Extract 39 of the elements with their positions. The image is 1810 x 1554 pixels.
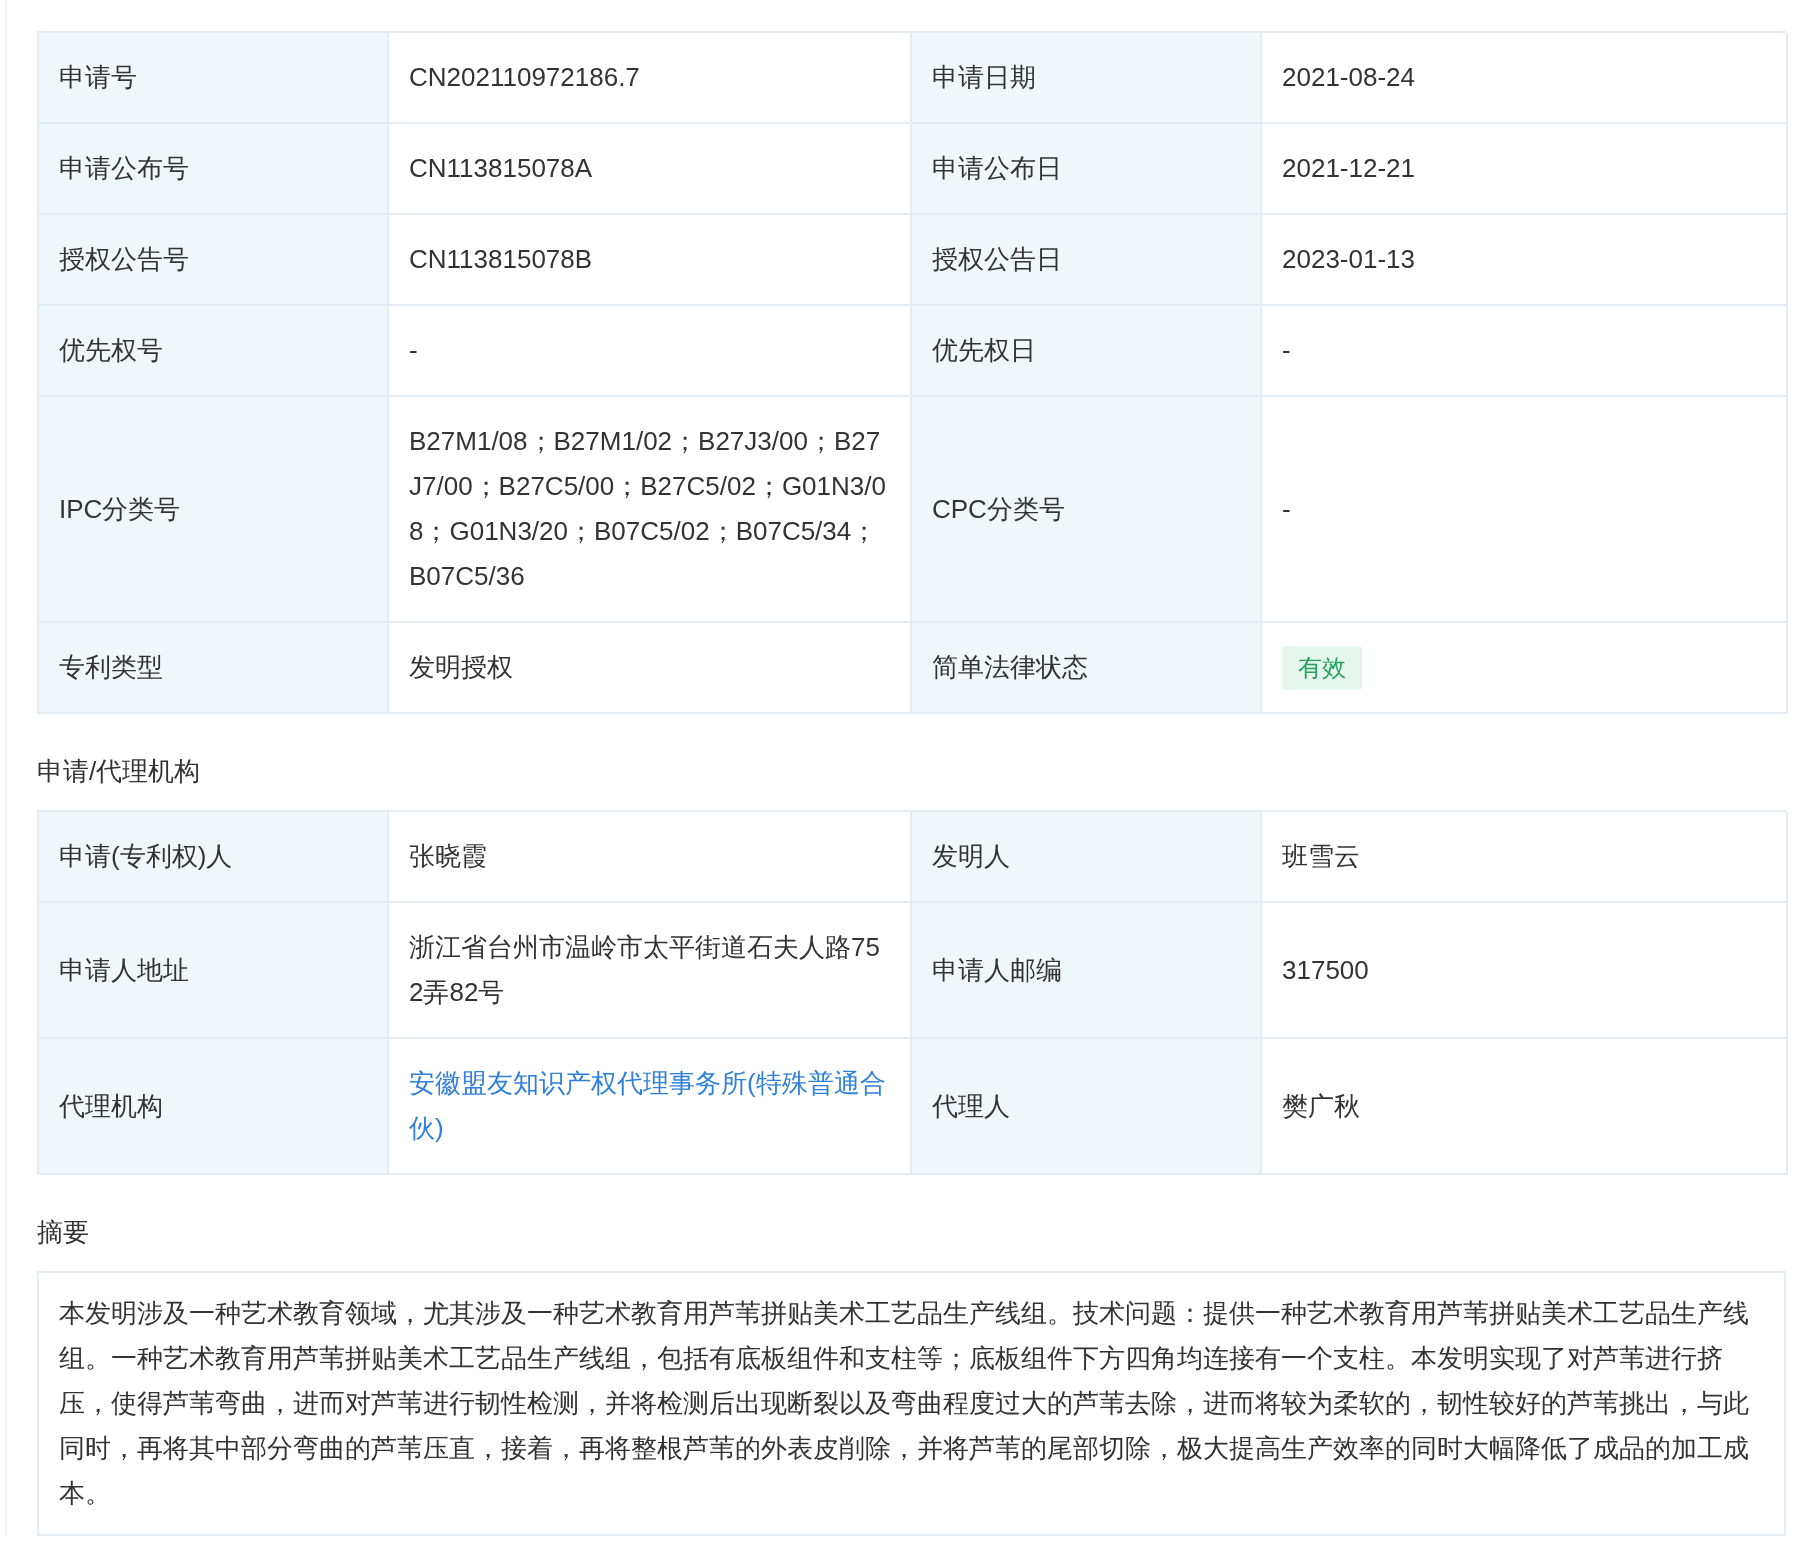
field-label: CPC分类号 — [932, 492, 1065, 526]
field-value: - — [1282, 492, 1291, 526]
field-label: 简单法律状态 — [932, 651, 1088, 684]
field-value: 樊广秋 — [1282, 1089, 1360, 1123]
field-label: 授权公告日 — [932, 243, 1062, 276]
field-value: - — [409, 334, 418, 367]
field-value: CN202110972186.7 — [409, 61, 640, 94]
field-value: 2023-01-13 — [1282, 243, 1415, 276]
field-label: 优先权号 — [59, 334, 163, 367]
field-label: 代理人 — [932, 1089, 1010, 1123]
field-label: 专利类型 — [59, 651, 163, 684]
field-value: 张晓霞 — [409, 840, 487, 873]
field-label: 申请公布号 — [59, 152, 189, 185]
field-label: 申请号 — [59, 61, 137, 94]
field-value: B27M1/08；B27M1/02；B27J3/00；B27J7/00；B27C5/00；B27C5/02；G01N3/08；G01N3/20；B07C5/02；B07C5/34；B07C5/36 — [409, 425, 887, 593]
field-label: 授权公告号 — [59, 243, 189, 276]
section-heading: 摘要 — [37, 1216, 90, 1249]
section-heading: 申请/代理机构 — [37, 755, 202, 788]
field-value: CN113815078A — [409, 152, 593, 185]
field-value: - — [1282, 334, 1291, 367]
status-badge: 有效 — [1282, 645, 1362, 690]
field-label: 申请(专利权)人 — [59, 840, 233, 873]
field-value: 班雪云 — [1282, 840, 1360, 873]
field-label: 申请日期 — [932, 61, 1036, 94]
field-label: 发明人 — [932, 840, 1010, 873]
field-label: 申请人地址 — [59, 953, 189, 987]
field-value: 浙江省台州市温岭市太平街道石夫人路752弄82号 — [409, 931, 881, 1009]
agency-link[interactable]: 安徽盟友知识产权代理事务所(特殊普通合伙) — [409, 1061, 890, 1151]
field-label: 代理机构 — [59, 1089, 163, 1123]
field-value: 发明授权 — [409, 651, 513, 684]
field-value: CN113815078B — [409, 243, 593, 276]
field-value: 317500 — [1282, 953, 1369, 987]
field-value: 2021-08-24 — [1282, 61, 1415, 94]
field-label: IPC分类号 — [59, 492, 181, 526]
field-value: 2021-12-21 — [1282, 152, 1415, 185]
field-label: 申请公布日 — [932, 152, 1062, 185]
field-label: 优先权日 — [932, 334, 1036, 367]
abstract-text: 本发明涉及一种艺术教育领域，尤其涉及一种艺术教育用芦苇拼贴美术工艺品生产线组。技术问题：提供一种艺术教育用芦苇拼贴美术工艺品生产线组。一种艺术教育用芦苇拼贴美术工艺品生产线组，包括有底板组件和支柱等；底板组件下方四角均连接有一个支柱。本发明实现了对芦苇进行挤压，使得芦苇弯曲，进而对芦苇进行韧性检测，并将检测后出现断裂以及弯曲程度过大的芦苇去除，进而将较为柔软的，韧性较好的芦苇挑出，与此同时，再将其中部分弯曲的芦苇压直，接着，再将整根芦苇的外表皮削除，并将芦苇的尾部切除，极大提高生产效率的同时大幅降低了成品的加工成本。 — [59, 1297, 1750, 1510]
field-label: 申请人邮编 — [932, 953, 1062, 987]
